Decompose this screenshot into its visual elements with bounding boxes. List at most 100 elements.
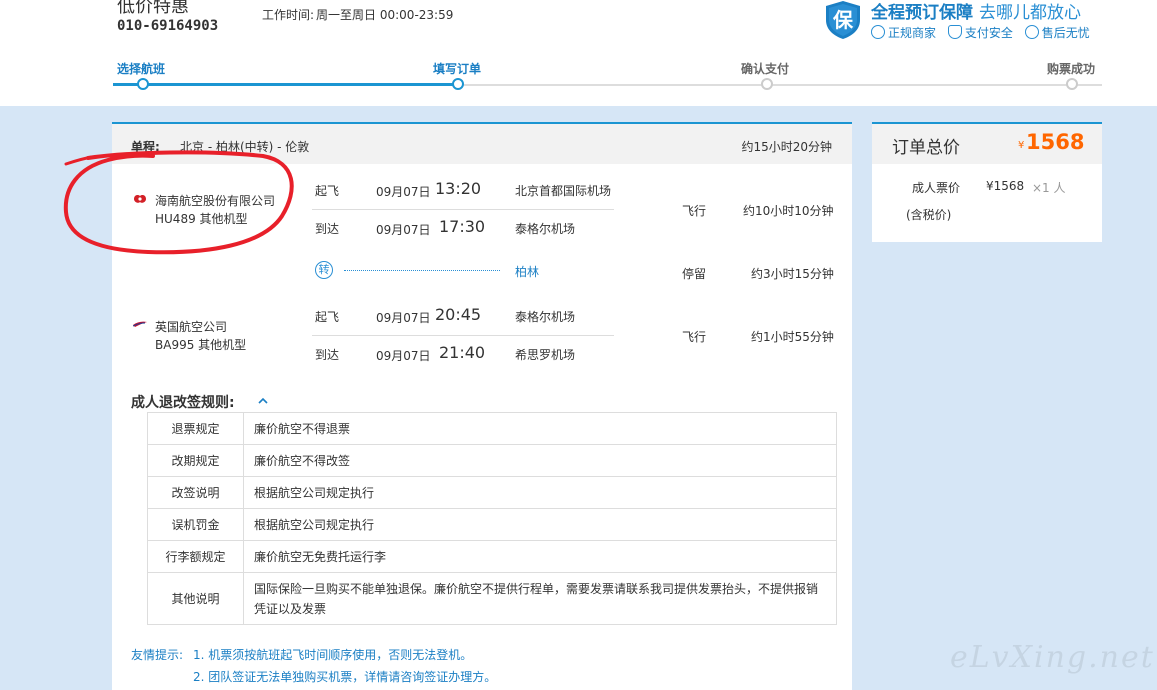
guarantee-item-label: 支付安全	[964, 26, 1013, 40]
guarantee-shield-icon: 保	[826, 1, 860, 39]
transfer-duration: 约3小时15分钟	[751, 267, 834, 281]
segment1-arrive-label: 到达	[315, 222, 340, 236]
trip-type-label: 单程:	[131, 140, 160, 154]
segment2-arrive-label: 到达	[315, 348, 340, 362]
segment2-duration: 约1小时55分钟	[751, 330, 834, 344]
segment1-depart-airport: 北京首都国际机场	[515, 184, 612, 198]
site-watermark: eLvXing.net	[950, 640, 1155, 675]
segment1-arrive-time: 17:30	[439, 217, 486, 236]
summary-total-price: 1568	[1026, 130, 1085, 154]
progress-steps: 选择航班 填写订单 确认支付 购票成功	[113, 58, 1102, 98]
summary-header: 订单总价 ¥ 1568	[872, 124, 1102, 164]
guarantee-item-service: 售后无忧	[1024, 24, 1090, 41]
rule-key: 改签说明	[147, 476, 244, 509]
work-hours: 工作时间: 周一至周日 00:00-23:59	[262, 6, 453, 23]
rule-key: 误机罚金	[147, 508, 244, 541]
rule-key: 改期规定	[147, 444, 244, 477]
work-hours-label: 工作时间:	[262, 8, 315, 22]
segment1-flight: HU489 其他机型	[155, 212, 248, 226]
guarantee-title: 全程预订保障 去哪儿都放心	[871, 0, 1081, 23]
segment1-arrive-airport: 泰格尔机场	[515, 222, 576, 236]
order-summary: 订单总价 ¥ 1568 成人票价 (含税价) ¥1568 ×1 人	[872, 122, 1102, 242]
segment1-arrive-date: 09月07日	[376, 223, 431, 237]
step-dot	[1066, 78, 1078, 90]
tax-note: (含税价)	[906, 208, 952, 222]
segment2-arrive-time: 21:40	[439, 343, 486, 362]
segment2-depart-airport: 泰格尔机场	[515, 310, 576, 324]
guarantee-slogan: 去哪儿都放心	[979, 3, 1081, 23]
trip-route: 北京 - 柏林(中转) - 伦敦	[180, 140, 310, 154]
guarantee-item-secure: 支付安全	[947, 24, 1013, 41]
shield-icon	[947, 25, 962, 39]
segment2-arrive-date: 09月07日	[376, 349, 431, 363]
brand-title: 低价特惠	[117, 0, 189, 17]
header: 低价特惠 010-69164903 工作时间: 周一至周日 00:00-23:59…	[0, 0, 1157, 106]
adult-qty: ×1 人	[1032, 181, 1066, 195]
step-progress-fill	[113, 83, 458, 86]
certified-icon	[871, 25, 885, 39]
guarantee-item-label: 售后无忧	[1041, 26, 1090, 40]
hainan-airlines-logo-icon	[134, 195, 146, 203]
rules-table: 退票规定 廉价航空不得退票 改期规定 廉价航空不得改签 改签说明 根据航空公司规定执行…	[147, 412, 837, 625]
shield-char: 保	[832, 8, 854, 32]
summary-title: 订单总价	[892, 138, 960, 158]
flight-detail-panel: 单程: 北京 - 柏林(中转) - 伦敦 约15小时20分钟 海南航空股份有限公…	[112, 122, 852, 690]
table-row: 其他说明 国际保险一旦购买不能单独退保。廉价航空不提供行程单，需要发票请联系我司提…	[147, 572, 837, 625]
table-row: 改期规定 廉价航空不得改签	[147, 444, 837, 477]
step-confirm-payment: 确认支付	[741, 62, 790, 76]
service-phone: 010-69164903	[117, 18, 219, 34]
table-row: 误机罚金 根据航空公司规定执行	[147, 508, 837, 541]
segment2-depart-label: 起飞	[315, 310, 340, 324]
segment2-flight: BA995 其他机型	[155, 338, 247, 352]
table-row: 改签说明 根据航空公司规定执行	[147, 476, 837, 509]
segment1-depart-date: 09月07日	[376, 185, 431, 199]
rule-value: 廉价航空无免费托运行李	[243, 540, 837, 573]
tips-label: 友情提示:	[131, 648, 184, 662]
segment2-arrive-airport: 希思罗机场	[515, 348, 576, 362]
transfer-city: 柏林	[515, 265, 540, 279]
trip-total-duration: 约15小时20分钟	[741, 140, 832, 154]
guarantee-item-label: 正规商家	[888, 26, 937, 40]
rule-value: 根据航空公司规定执行	[243, 508, 837, 541]
table-row: 行李额规定 廉价航空无免费托运行李	[147, 540, 837, 573]
step-dot	[452, 78, 464, 90]
segment2-airline: 英国航空公司	[155, 320, 228, 334]
rule-value: 根据航空公司规定执行	[243, 476, 837, 509]
table-row: 退票规定 廉价航空不得退票	[147, 412, 837, 445]
guarantee-item-legit: 正规商家	[871, 24, 936, 41]
segment1-airline: 海南航空股份有限公司	[155, 194, 276, 208]
rule-value: 廉价航空不得退票	[243, 412, 837, 445]
transfer-icon: 转	[315, 261, 333, 279]
step-dot	[137, 78, 149, 90]
summary-currency: ¥	[1018, 140, 1025, 151]
rule-key: 行李额规定	[147, 540, 244, 573]
guarantee-title-text: 全程预订保障	[871, 3, 973, 23]
rule-key: 其他说明	[147, 572, 244, 625]
rule-value: 国际保险一旦购买不能单独退保。廉价航空不提供行程单，需要发票请联系我司提供发票抬…	[243, 572, 837, 625]
collapse-chevron-up-icon[interactable]	[258, 396, 268, 406]
tip-line: 2. 团队签证无法单独购买机票，详情请咨询签证办理方。	[193, 670, 497, 684]
step-select-flight: 选择航班	[117, 62, 166, 76]
work-hours-value: 周一至周日 00:00-23:59	[316, 8, 454, 22]
guarantee-items: 正规商家 支付安全 售后无忧	[871, 24, 1098, 41]
british-airways-logo-icon	[133, 321, 147, 327]
segment1-divider	[312, 209, 614, 210]
step-fill-order: 填写订单	[433, 62, 482, 76]
rules-title: 成人退改签规则:	[131, 395, 235, 411]
tip-line: 1. 机票须按航班起飞时间顺序使用，否则无法登机。	[193, 648, 473, 662]
segment1-depart-time: 13:20	[435, 179, 482, 198]
segment1-status: 飞行	[682, 204, 707, 218]
segment2-depart-time: 20:45	[435, 305, 482, 324]
heart-icon	[1024, 25, 1039, 39]
rule-value: 廉价航空不得改签	[243, 444, 837, 477]
step-purchase-success: 购票成功	[1047, 62, 1096, 76]
segment1-duration: 约10小时10分钟	[743, 204, 834, 218]
rule-key: 退票规定	[147, 412, 244, 445]
segment2-depart-date: 09月07日	[376, 311, 431, 325]
trip-header: 单程: 北京 - 柏林(中转) - 伦敦 约15小时20分钟	[112, 124, 852, 164]
step-dot	[761, 78, 773, 90]
adult-price-label: 成人票价	[912, 181, 961, 195]
adult-price: ¥1568	[986, 179, 1025, 193]
segment2-status: 飞行	[682, 330, 707, 344]
segment1-depart-label: 起飞	[315, 184, 340, 198]
